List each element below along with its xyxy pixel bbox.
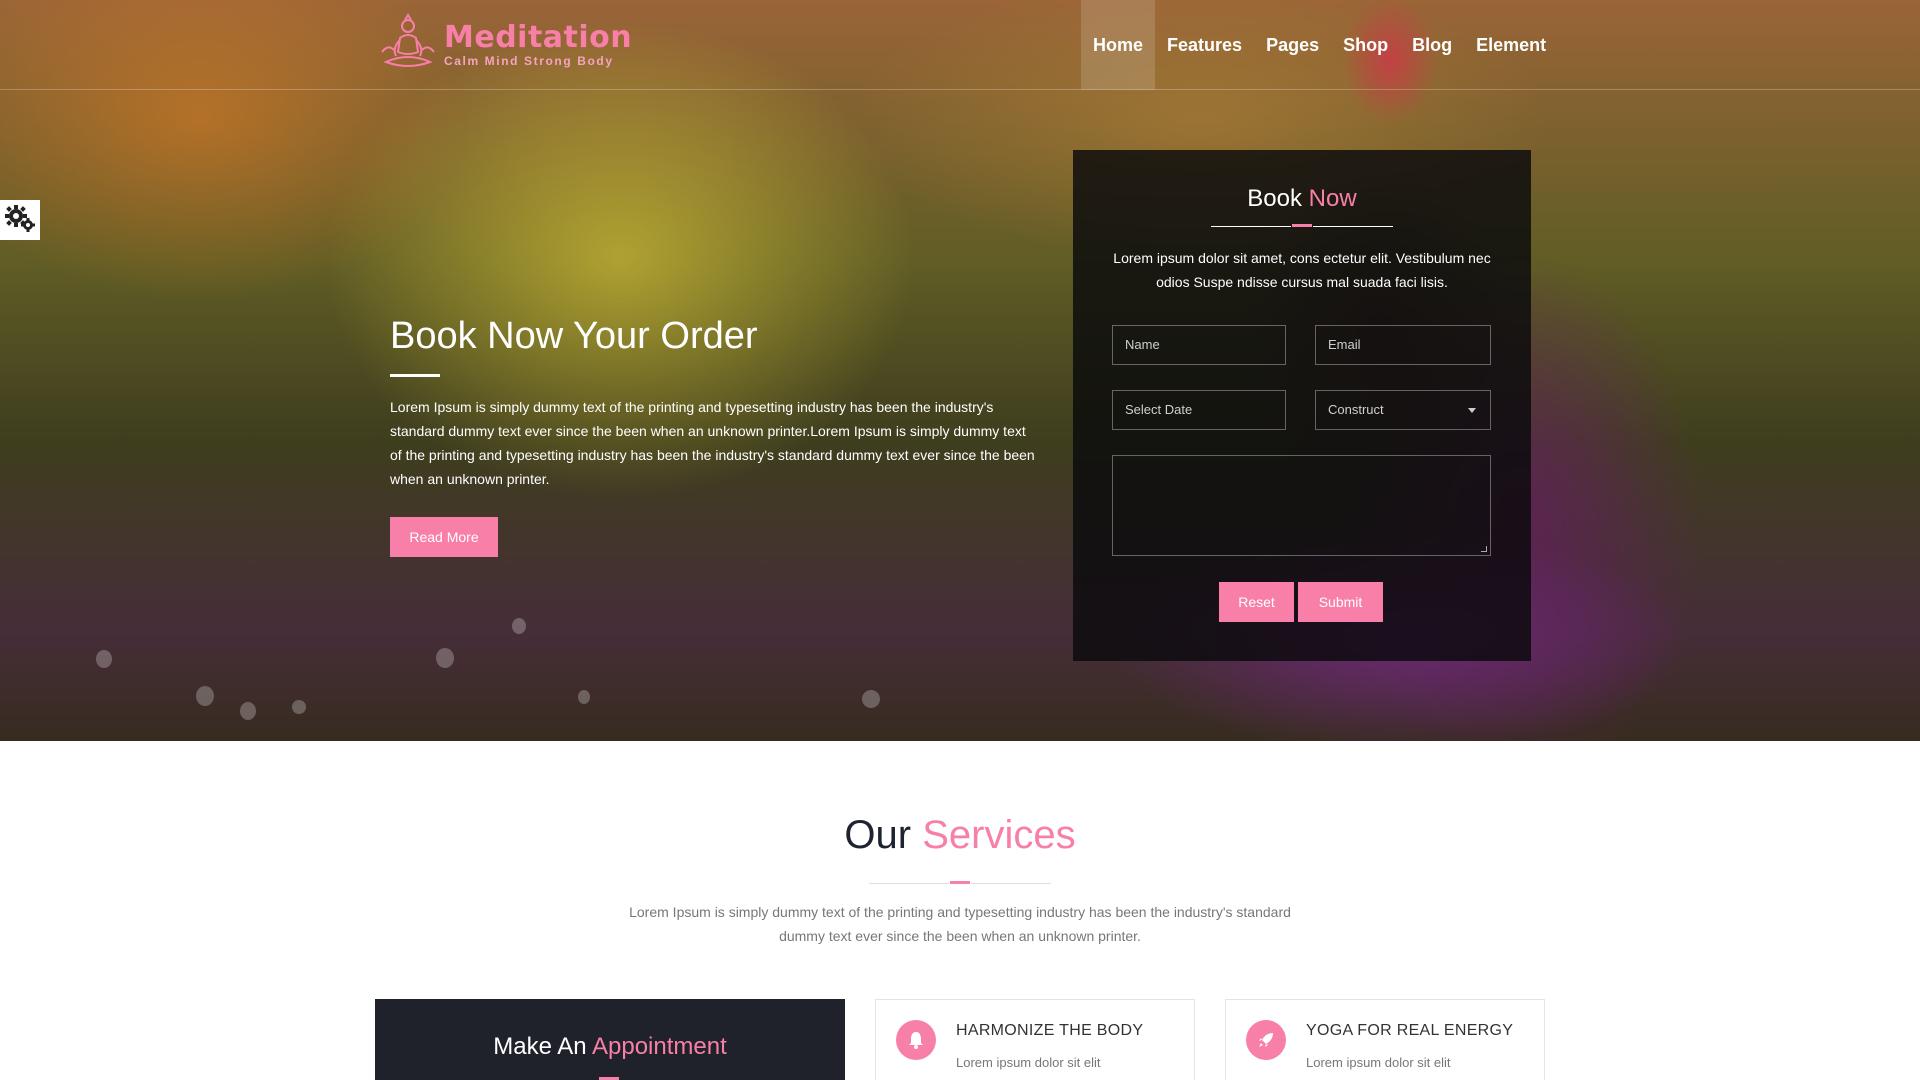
reset-button[interactable]: Reset <box>1219 582 1294 622</box>
hero-content: Book Now Your Order Lorem Ipsum is simpl… <box>390 310 1040 557</box>
chevron-down-icon <box>1468 408 1476 413</box>
date-input[interactable]: Select Date <box>1112 390 1286 430</box>
bokeh-light <box>196 686 214 706</box>
nav-shop[interactable]: Shop <box>1331 0 1400 90</box>
booking-title-part: Book <box>1247 185 1302 212</box>
service-card[interactable]: HARMONIZE THE BODY Lorem ipsum dolor sit… <box>875 999 1195 1080</box>
service-card-title: HARMONIZE THE BODY <box>956 1022 1144 1039</box>
booking-form-panel: Book Now Lorem ipsum dolor sit amet, con… <box>1073 150 1531 661</box>
bell-icon <box>896 1020 936 1060</box>
appointment-box: Make An Appointment <box>375 999 845 1080</box>
nav-home[interactable]: Home <box>1081 0 1156 90</box>
service-select-value: Construct <box>1328 402 1384 417</box>
settings-toggle-button[interactable] <box>0 200 40 240</box>
nav-pages[interactable]: Pages <box>1254 0 1331 90</box>
resize-handle-icon[interactable] <box>1481 546 1487 552</box>
logo-tagline: Calm Mind Strong Body <box>444 54 614 68</box>
booking-description: Lorem ipsum dolor sit amet, cons ectetur… <box>1113 250 1491 290</box>
booking-title-divider <box>1211 224 1393 230</box>
read-more-button[interactable]: Read More <box>390 517 498 557</box>
service-card-text: Lorem ipsum dolor sit elit <box>1306 1055 1451 1070</box>
bokeh-light <box>578 690 590 704</box>
service-select[interactable]: Construct <box>1315 390 1491 430</box>
services-heading: Our Services <box>0 810 1920 860</box>
service-card-text: Lorem ipsum dolor sit elit <box>956 1055 1101 1070</box>
bokeh-light <box>862 690 880 708</box>
booking-title: Book Now <box>1073 184 1531 214</box>
services-heading-highlight: Services <box>922 813 1076 857</box>
nav-features[interactable]: Features <box>1155 0 1254 90</box>
bokeh-light <box>512 618 526 634</box>
services-description: Lorem Ipsum is simply dummy text of the … <box>629 904 1291 944</box>
appointment-title: Make An Appointment <box>375 1033 845 1061</box>
meditation-logo-icon <box>376 12 440 76</box>
hero-description: Lorem Ipsum is simply dummy text of the … <box>390 399 1035 487</box>
nav-blog[interactable]: Blog <box>1400 0 1464 90</box>
booking-title-highlight: Now <box>1308 185 1357 212</box>
nav-element[interactable]: Element <box>1464 0 1558 90</box>
bokeh-light <box>292 700 306 714</box>
main-nav: Home Features Pages Shop Blog Element <box>1081 0 1558 90</box>
appointment-title-highlight: Appointment <box>591 1033 727 1060</box>
gears-icon <box>5 204 35 237</box>
hero-title: Book Now Your Order <box>390 315 758 357</box>
name-input[interactable]: Name <box>1112 325 1286 365</box>
service-card[interactable]: YOGA FOR REAL ENERGY Lorem ipsum dolor s… <box>1225 999 1545 1080</box>
email-input[interactable]: Email <box>1315 325 1491 365</box>
bokeh-light <box>436 648 454 668</box>
service-card-title: YOGA FOR REAL ENERGY <box>1306 1022 1514 1039</box>
site-header: Meditation Calm Mind Strong Body Home Fe… <box>0 0 1920 90</box>
bokeh-light <box>96 650 112 668</box>
services-heading-part: Our <box>844 813 912 857</box>
bokeh-light <box>240 702 256 720</box>
rocket-icon <box>1246 1020 1286 1060</box>
submit-button[interactable]: Submit <box>1298 582 1383 622</box>
services-divider <box>869 881 1051 887</box>
appointment-title-part: Make An <box>493 1033 587 1060</box>
logo-title: Meditation <box>444 20 633 55</box>
hero-title-underline <box>390 374 440 377</box>
message-textarea[interactable] <box>1112 455 1491 556</box>
site-logo[interactable]: Meditation Calm Mind Strong Body <box>376 12 632 76</box>
